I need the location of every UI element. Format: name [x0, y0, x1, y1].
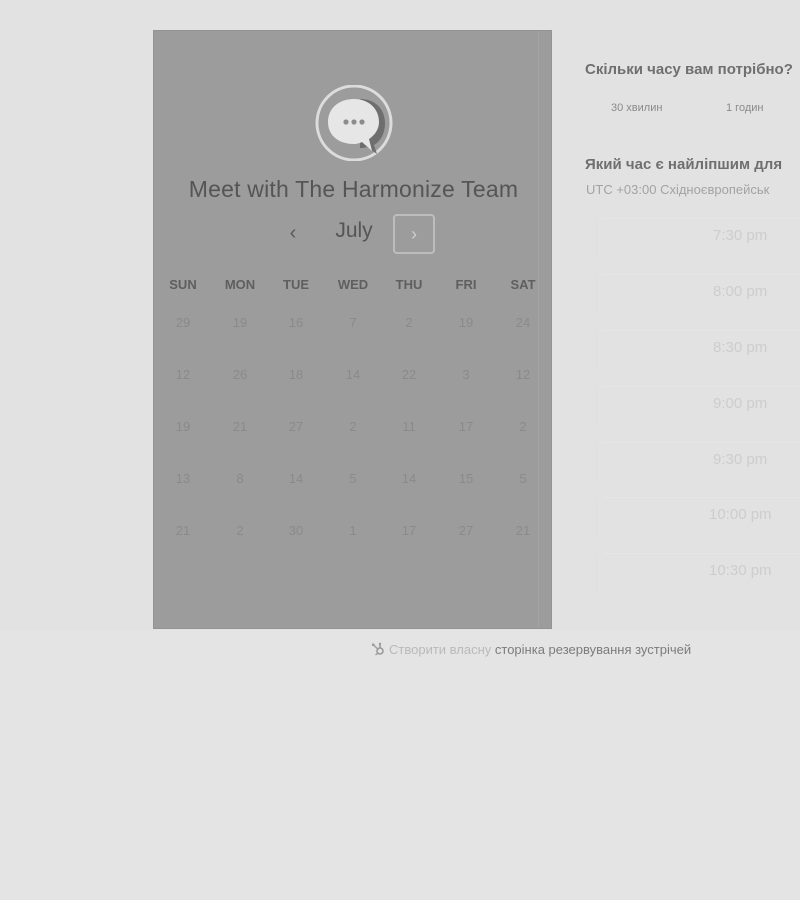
chevron-left-icon[interactable]: ‹ — [279, 219, 307, 247]
weekday-label: SUN — [169, 277, 197, 292]
calendar-day[interactable]: 11 — [381, 419, 437, 434]
calendar-day[interactable]: 5 — [325, 471, 381, 486]
footer-text: Створити власну — [389, 642, 492, 657]
time-slot-button[interactable]: 9:30 pm — [596, 442, 800, 482]
weekday-label: MON — [224, 277, 256, 292]
calendar-day[interactable]: 26 — [212, 367, 268, 382]
calendar-day[interactable]: 2 — [381, 315, 437, 330]
calendar-day[interactable]: 27 — [268, 419, 324, 434]
time-slot-label: 8:00 pm — [713, 283, 768, 300]
calendar-day[interactable]: 19 — [155, 419, 211, 434]
time-slot-button[interactable]: 10:00 pm — [596, 497, 800, 537]
calendar-day[interactable]: 19 — [438, 315, 494, 330]
calendar-day[interactable]: 21 — [155, 523, 211, 538]
calendar-day[interactable]: 15 — [438, 471, 494, 486]
weekday-label: WED — [337, 277, 369, 292]
weekday-label: FRI — [455, 277, 477, 292]
calendar-day[interactable]: 8 — [212, 471, 268, 486]
calendar-panel: Meet with The Harmonize Team ‹ July › SU… — [153, 30, 552, 629]
weekday-label: TUE — [283, 277, 309, 292]
weekday-header: SUN MON TUE WED THU FRI SAT — [154, 277, 553, 297]
time-slot-label: 9:30 pm — [713, 451, 768, 468]
calendar-day[interactable]: 2 — [212, 523, 268, 538]
calendar-day[interactable]: 12 — [155, 367, 211, 382]
time-slot-label: 8:30 pm — [713, 339, 768, 356]
weekday-label: SAT — [510, 277, 536, 292]
calendar-day[interactable]: 17 — [438, 419, 494, 434]
duration-question: Скільки часу вам потрібно? — [585, 61, 793, 78]
time-slot-label: 9:00 pm — [713, 395, 768, 412]
calendar-day[interactable]: 14 — [268, 471, 324, 486]
time-slot-button[interactable]: 7:30 pm — [596, 218, 800, 258]
calendar-day[interactable]: 17 — [381, 523, 437, 538]
calendar-day[interactable]: 14 — [325, 367, 381, 382]
time-slot-button[interactable]: 10:30 pm — [596, 553, 800, 593]
calendar-day[interactable]: 22 — [381, 367, 437, 382]
calendar-day[interactable]: 18 — [268, 367, 324, 382]
calendar-day[interactable]: 29 — [155, 315, 211, 330]
calendar-day[interactable]: 2 — [495, 419, 551, 434]
time-slot-label: 10:00 pm — [709, 506, 772, 523]
duration-option-1hour[interactable]: 1 годин — [726, 102, 763, 114]
footer-create-own: Створити власну сторінка резервування зу… — [371, 642, 691, 660]
time-question: Який час є найліпшим для — [585, 156, 783, 173]
calendar-day[interactable]: 3 — [438, 367, 494, 382]
calendar-day[interactable]: 5 — [495, 471, 551, 486]
meeting-scheduler-page: Meet with The Harmonize Team ‹ July › SU… — [0, 0, 800, 900]
time-slot-button[interactable]: 8:00 pm — [596, 274, 800, 314]
calendar-day[interactable]: 7 — [325, 315, 381, 330]
calendar-day[interactable]: 27 — [438, 523, 494, 538]
hubspot-sprocket-icon — [371, 642, 385, 656]
timezone-selector[interactable]: UTC +03:00 Східноєвропейськ — [586, 182, 769, 197]
calendar-day[interactable]: 13 — [155, 471, 211, 486]
month-label: July — [335, 219, 373, 242]
time-slot-label: 10:30 pm — [709, 562, 772, 579]
time-slot-button[interactable]: 8:30 pm — [596, 330, 800, 370]
month-navigation: ‹ July › — [154, 213, 553, 255]
time-slot-label: 7:30 pm — [713, 227, 768, 244]
calendar-day[interactable]: 12 — [495, 367, 551, 382]
chat-bubble-icon — [314, 84, 394, 162]
chevron-right-icon[interactable]: › — [393, 214, 435, 254]
calendar-day[interactable]: 1 — [325, 523, 381, 538]
calendar-day[interactable]: 2 — [325, 419, 381, 434]
meeting-title: Meet with The Harmonize Team — [188, 176, 519, 202]
footer-link[interactable]: сторінка резервування зустрічей — [495, 642, 691, 657]
calendar-day[interactable]: 21 — [212, 419, 268, 434]
calendar-day[interactable]: 16 — [268, 315, 324, 330]
calendar-day[interactable]: 30 — [268, 523, 324, 538]
calendar-day[interactable]: 21 — [495, 523, 551, 538]
time-slot-button[interactable]: 9:00 pm — [596, 386, 800, 426]
calendar-day[interactable]: 14 — [381, 471, 437, 486]
calendar-day[interactable]: 19 — [212, 315, 268, 330]
weekday-label: THU — [395, 277, 423, 292]
calendar-day[interactable]: 24 — [495, 315, 551, 330]
duration-option-30min[interactable]: 30 хвилин — [611, 102, 662, 114]
